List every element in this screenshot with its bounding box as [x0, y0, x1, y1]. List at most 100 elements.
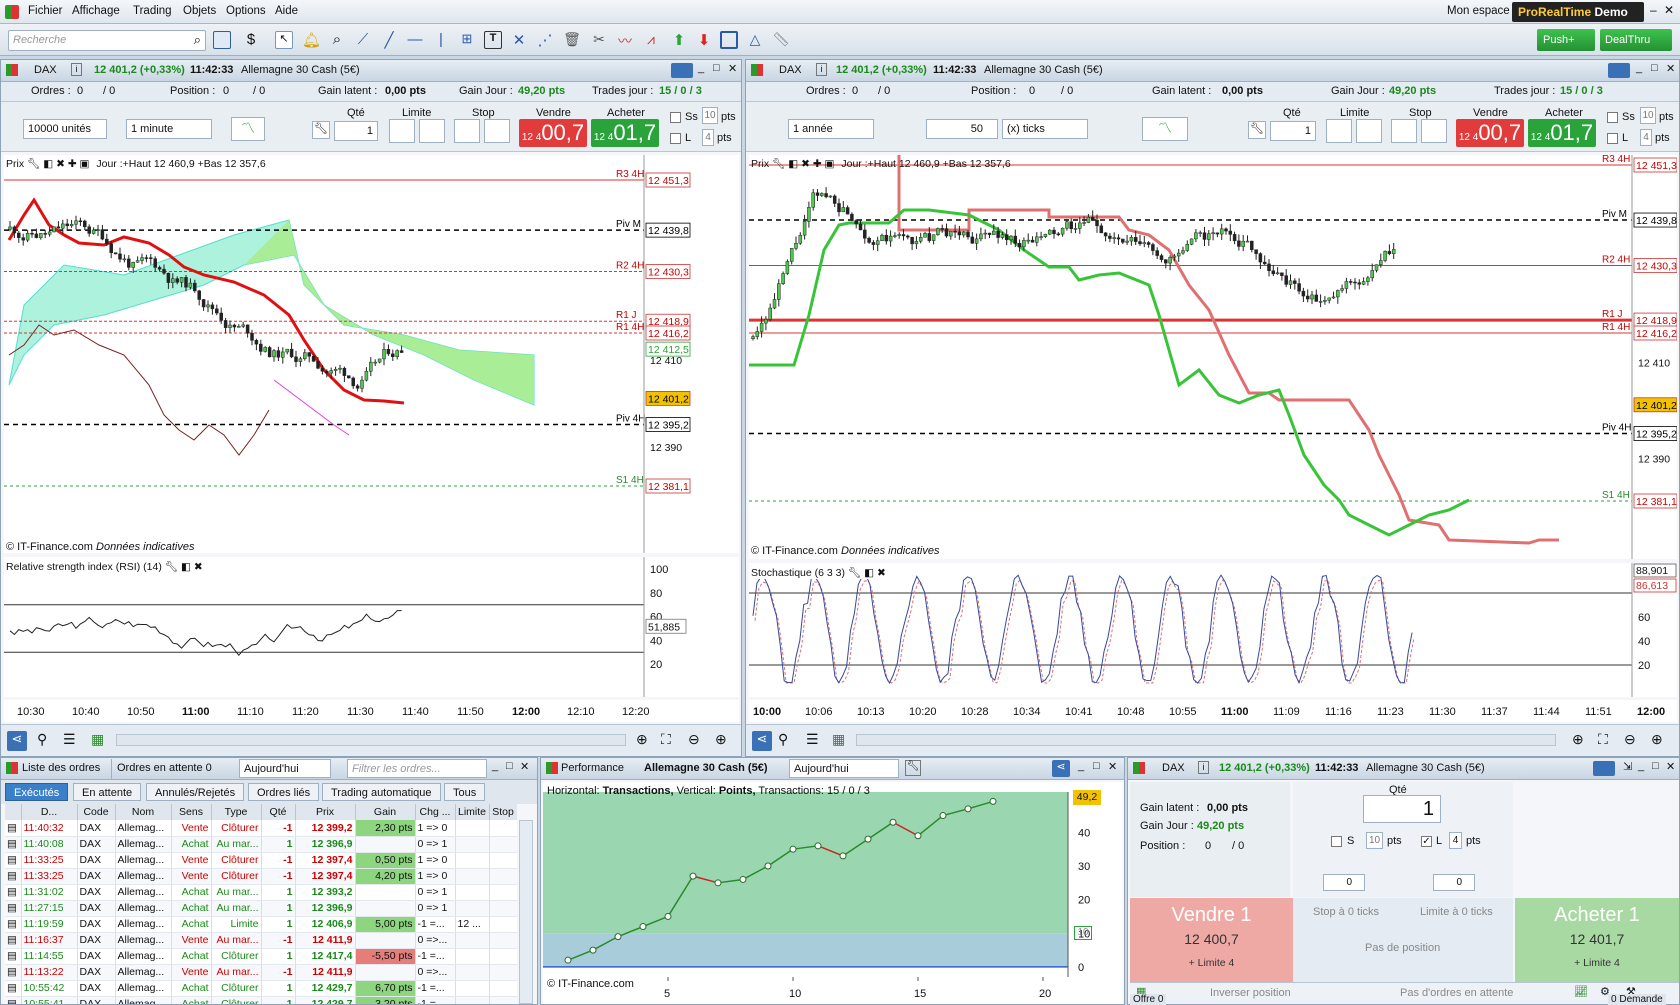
- l-checkbox[interactable]: [670, 133, 681, 144]
- menu-trading[interactable]: Trading: [133, 5, 172, 17]
- l-checkbox-checked[interactable]: ✓: [1421, 836, 1432, 847]
- left-scrollbar[interactable]: [116, 734, 626, 746]
- table-row[interactable]: ▤ 11:16:37 DAX Allemag... Vente Au mar... -1 12…: [5, 932, 517, 949]
- limit-sell-icon[interactable]: [419, 119, 445, 143]
- right-scrollbar[interactable]: [856, 734, 1556, 746]
- s-value[interactable]: 10: [1366, 832, 1383, 849]
- table-row[interactable]: ▤ 11:40:32 DAX Allemag... Vente Clôturer -1 12 …: [5, 820, 517, 837]
- buy-button[interactable]: 12 401,7: [1528, 119, 1596, 147]
- l-checkbox[interactable]: [1607, 133, 1618, 144]
- zoom-reset-icon[interactable]: ⊕: [636, 731, 648, 748]
- maximize-icon[interactable]: □: [713, 62, 720, 74]
- maximize-icon[interactable]: □: [1652, 760, 1659, 772]
- info-icon[interactable]: i: [816, 63, 827, 76]
- chart-icon[interactable]: 📈︎: [1574, 985, 1588, 998]
- triangle-tool-icon[interactable]: △: [746, 31, 764, 49]
- trash-icon[interactable]: 🗑︎: [563, 31, 581, 49]
- sell-button[interactable]: 12 400,7: [1456, 119, 1524, 147]
- stoch-tools-icon[interactable]: 🔧︎ ◧ ✖: [848, 567, 886, 579]
- zoom-reset-icon[interactable]: ⊕: [1572, 731, 1584, 748]
- table-row[interactable]: ▤ 11:33:25 DAX Allemag... Vente Clôturer -1 12 …: [5, 852, 517, 869]
- prix-tools-icon[interactable]: 🔧︎ ◧ ✖ ✚ ▣: [772, 158, 834, 170]
- search-input[interactable]: Recherche ⌕: [8, 30, 206, 51]
- window-minimize-icon[interactable]: –: [1650, 3, 1657, 17]
- indicator-icon[interactable]: 〰: [616, 31, 634, 49]
- table-row[interactable]: ▤ 11:31:02 DAX Allemag... Achat Au mar... 1 12 …: [5, 884, 517, 901]
- col-type[interactable]: Type: [211, 804, 262, 820]
- interval-select[interactable]: 1 minute: [126, 119, 212, 139]
- right-instrument[interactable]: DAX: [779, 64, 802, 76]
- push-button[interactable]: Push+: [1537, 29, 1595, 51]
- filter-orders-input[interactable]: Filtrer les ordres...: [347, 759, 487, 778]
- vertical-line-icon[interactable]: |: [432, 31, 450, 49]
- search-icon[interactable]: ⌕: [194, 32, 201, 48]
- l-value[interactable]: 4: [702, 129, 714, 146]
- l-value[interactable]: 4: [1449, 832, 1462, 849]
- limit-buy-icon[interactable]: [389, 119, 415, 143]
- channel-tool-icon[interactable]: ⊞: [458, 31, 476, 49]
- limit-sell-icon[interactable]: [1356, 119, 1382, 143]
- minimize-icon[interactable]: _: [492, 760, 498, 772]
- sell-button[interactable]: 12 400,7: [519, 119, 587, 147]
- menu-options[interactable]: Options: [226, 5, 266, 17]
- info-icon[interactable]: i: [1198, 761, 1209, 774]
- keyboard-icon[interactable]: [1593, 761, 1615, 776]
- menu-aide[interactable]: Aide: [275, 5, 298, 17]
- minimize-icon[interactable]: _: [1638, 760, 1644, 772]
- col-sens[interactable]: Sens: [171, 804, 212, 820]
- performance-chart[interactable]: 40 30 20 10 0 5 10 15 20 Horizontal: Transaction…: [543, 782, 1123, 1004]
- zoom-out-icon[interactable]: ⊖: [688, 731, 700, 748]
- qte-input[interactable]: 1: [1270, 121, 1316, 141]
- limit-buy-icon[interactable]: [1326, 119, 1352, 143]
- table-row[interactable]: ▤ 10:55:41 DAX Allemag... Achat Clôturer 1 12 4…: [5, 996, 517, 1004]
- close-icon[interactable]: ✕: [1666, 760, 1675, 773]
- ticks-value-input[interactable]: 50: [926, 119, 998, 139]
- right-stoch-panel[interactable]: 10060402088,90186,613 Stochastique (6 3 …: [749, 563, 1677, 697]
- table-row[interactable]: ▤ 11:19:59 DAX Allemag... Achat Limite 1 12 406…: [5, 916, 517, 933]
- tab-tous[interactable]: Tous: [444, 783, 486, 801]
- stop-ticks-input[interactable]: 0: [1323, 874, 1365, 891]
- maximize-icon[interactable]: □: [1093, 760, 1100, 772]
- wrench-icon[interactable]: 🔧︎: [1248, 121, 1266, 139]
- indicators-icon[interactable]: ⚲: [778, 731, 788, 748]
- fibonacci-tool-icon[interactable]: ✕: [510, 31, 528, 49]
- limit-ticks-input[interactable]: 0: [1433, 874, 1475, 891]
- zoom-in-icon[interactable]: ⊕: [1651, 731, 1663, 748]
- info-icon[interactable]: i: [71, 63, 82, 76]
- perf-date-select[interactable]: Aujourd'hui: [789, 759, 899, 778]
- maximize-icon[interactable]: □: [1651, 62, 1658, 74]
- menu-objets[interactable]: Objets: [183, 5, 216, 17]
- stop-ticks-label[interactable]: Stop à 0 ticks: [1313, 906, 1379, 918]
- close-icon[interactable]: ✕: [1108, 760, 1117, 773]
- sell-big-button[interactable]: Vendre 1 12 400,7 + Limite 4: [1130, 898, 1293, 982]
- table-row[interactable]: ▤ 11:14:55 DAX Allemag... Achat Clôturer 1 12 4…: [5, 948, 517, 965]
- list-icon[interactable]: ☰: [806, 731, 819, 748]
- close-icon[interactable]: ✕: [520, 760, 529, 773]
- left-price-chart[interactable]: R3 4H 12 451,3 Piv M 12 439,8 R2 4H 12 430,3 R…: [4, 155, 739, 553]
- watchlist-icon[interactable]: [213, 31, 231, 49]
- col-gain[interactable]: Gain: [355, 804, 416, 820]
- tab-ordres-lies[interactable]: Ordres liés: [248, 783, 320, 801]
- col-date[interactable]: D...: [21, 804, 78, 820]
- col-code[interactable]: Code: [77, 804, 116, 820]
- grid-icon[interactable]: ▦: [91, 731, 104, 748]
- menu-affichage[interactable]: Affichage: [72, 5, 120, 17]
- l-value[interactable]: 4: [1640, 129, 1652, 146]
- alert-bell-icon[interactable]: 🔔︎: [302, 31, 321, 49]
- fan-tool-icon[interactable]: ⋰: [536, 31, 554, 49]
- qte-input[interactable]: 1: [334, 121, 378, 141]
- zoom-fit-icon[interactable]: ⛶: [1598, 731, 1608, 748]
- left-instrument[interactable]: DAX: [34, 64, 57, 76]
- zoom-in-icon[interactable]: ⊕: [715, 731, 727, 748]
- close-icon[interactable]: ✕: [728, 62, 737, 75]
- qte-input[interactable]: 1: [1363, 795, 1441, 823]
- chart-type-icon[interactable]: 〽: [231, 117, 265, 141]
- rsi-tools-icon[interactable]: 🔧︎ ◧ ✖: [165, 561, 203, 573]
- tab-trading-auto[interactable]: Trading automatique: [322, 783, 441, 801]
- performance-instrument[interactable]: Allemagne 30 Cash (5€): [644, 762, 768, 774]
- buy-arrow-icon[interactable]: ⬆: [670, 31, 688, 49]
- table-row[interactable]: ▤ 11:33:25 DAX Allemag... Vente Clôturer -1 12 …: [5, 868, 517, 885]
- minimize-icon[interactable]: _: [1636, 62, 1642, 74]
- limit-ticks-label[interactable]: Limite à 0 ticks: [1420, 906, 1493, 918]
- scanner-icon[interactable]: $: [242, 31, 260, 49]
